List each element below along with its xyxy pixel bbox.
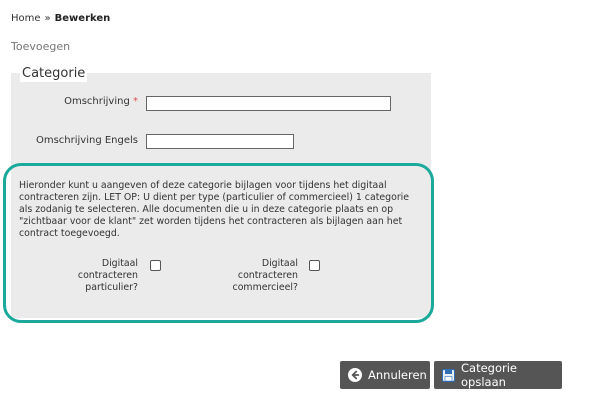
save-button-label: Categorie opslaan xyxy=(461,361,517,389)
page-subtitle: Toevoegen xyxy=(11,40,71,53)
checkbox-commercieel[interactable] xyxy=(309,260,320,271)
cancel-button[interactable]: Annuleren xyxy=(340,361,430,389)
omschrijving-input[interactable] xyxy=(146,96,391,111)
checkbox-commercieel-label: Digitaal contracteren commercieel? xyxy=(218,258,298,294)
omschrijving-label: Omschrijving * xyxy=(30,96,138,107)
checkbox-particulier-label-line1: Digitaal xyxy=(101,258,138,269)
required-mark: * xyxy=(133,96,138,107)
floppy-disk-icon xyxy=(442,368,455,382)
checkbox-particulier[interactable] xyxy=(150,260,161,271)
checkbox-commercieel-label-line3: commercieel? xyxy=(232,282,298,293)
breadcrumb: Home » Bewerken xyxy=(11,13,110,24)
omschrijving-engels-label: Omschrijving Engels xyxy=(35,135,138,146)
fieldset-legend: Categorie xyxy=(20,66,88,82)
breadcrumb-separator: » xyxy=(44,13,51,24)
omschrijving-engels-input[interactable] xyxy=(146,134,294,149)
cancel-button-label: Annuleren xyxy=(368,368,427,382)
info-text: Hieronder kunt u aangeven of deze catego… xyxy=(19,180,410,239)
checkbox-commercieel-label-line2: contracteren xyxy=(237,270,298,281)
checkbox-particulier-label-line2: contracteren xyxy=(77,270,138,281)
checkbox-particulier-label: Digitaal contracteren particulier? xyxy=(60,258,138,294)
checkbox-particulier-label-line3: particulier? xyxy=(85,282,138,293)
arrow-left-circle-icon xyxy=(348,368,362,382)
save-button[interactable]: Categorie opslaan xyxy=(434,361,562,389)
checkbox-commercieel-label-line1: Digitaal xyxy=(261,258,298,269)
breadcrumb-current: Bewerken xyxy=(54,13,111,24)
breadcrumb-home-link[interactable]: Home xyxy=(11,13,41,24)
omschrijving-label-text: Omschrijving xyxy=(64,96,130,107)
